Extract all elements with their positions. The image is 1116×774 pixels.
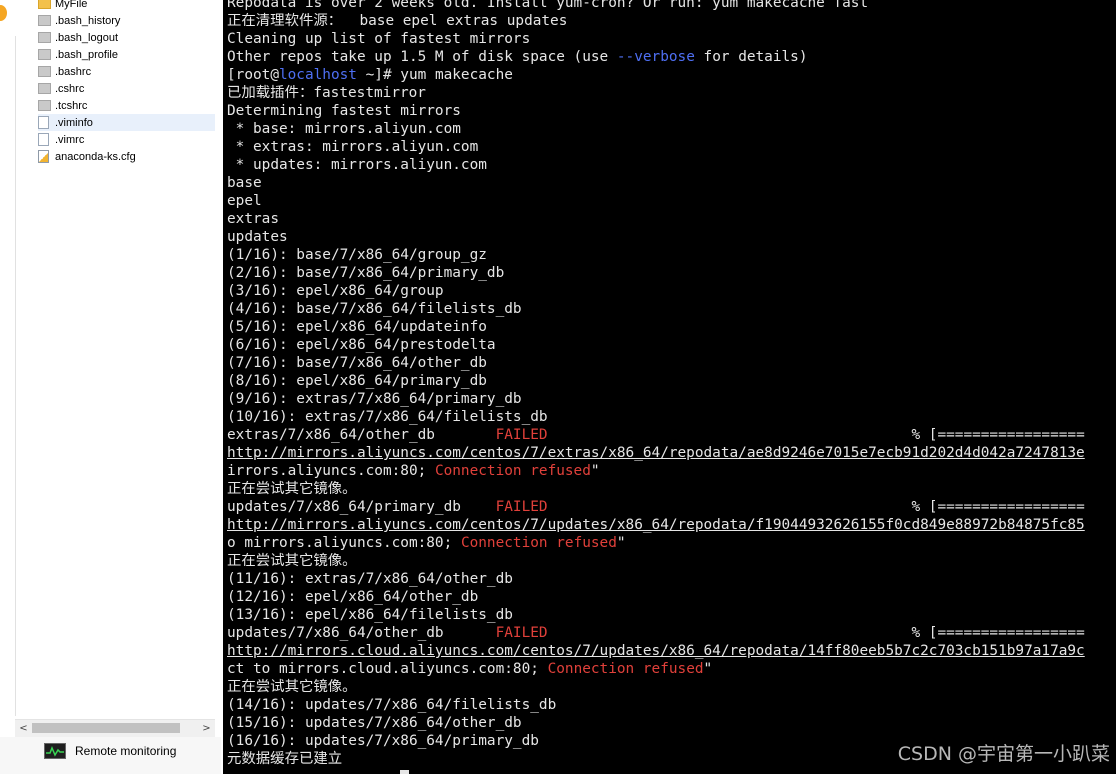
terminal-line: 已加载插件：fastestmirror xyxy=(227,85,426,101)
scroll-right-arrow-icon[interactable]: > xyxy=(198,720,215,737)
bottom-toolbar: Remote monitoring xyxy=(0,737,221,774)
remote-monitoring-button[interactable]: Remote monitoring xyxy=(44,743,176,759)
terminal-line: epel xyxy=(227,193,262,209)
terminal-line: (1/16): base/7/x86_64/group_gz xyxy=(227,247,487,263)
terminal-line: (7/16): base/7/x86_64/other_db xyxy=(227,355,487,371)
terminal-line: o mirrors.aliyuncs.com:80; Connection re… xyxy=(227,535,626,551)
terminal-line: Repodata is over 2 weeks old. Install yu… xyxy=(227,0,869,11)
terminal-line: (9/16): extras/7/x86_64/primary_db xyxy=(227,391,522,407)
file-item[interactable]: .viminfo xyxy=(38,114,215,131)
terminal-cursor xyxy=(400,769,410,774)
terminal-output: Repodata is over 2 weeks old. Install yu… xyxy=(227,0,1085,774)
scroll-left-arrow-icon[interactable]: < xyxy=(15,720,32,737)
file-icon xyxy=(38,83,51,94)
horizontal-scrollbar[interactable]: < > xyxy=(15,719,215,737)
terminal-line: updates/7/x86_64/primary_db FAILED % [==… xyxy=(227,499,1085,515)
terminal-line: [root@localhost ~]# yum makecache xyxy=(227,67,513,83)
watermark: CSDN @宇宙第一小趴菜 xyxy=(897,743,1110,765)
terminal-line: (14/16): updates/7/x86_64/filelists_db xyxy=(227,697,557,713)
terminal-line: ct to mirrors.cloud.aliyuncs.com:80; Con… xyxy=(227,661,713,677)
folder-icon xyxy=(38,0,51,9)
file-item-label: .bash_history xyxy=(55,14,121,27)
file-item[interactable]: .bash_profile xyxy=(38,46,215,63)
terminal-line: Cleaning up list of fastest mirrors xyxy=(227,31,531,47)
file-item-label: .tcshrc xyxy=(55,99,88,112)
document-icon xyxy=(38,133,49,146)
terminal-line: Determining fastest mirrors xyxy=(227,103,461,119)
terminal-line: * extras: mirrors.aliyun.com xyxy=(227,139,479,155)
pane-edge xyxy=(0,36,16,716)
file-item[interactable]: .vimrc xyxy=(38,131,215,148)
terminal-line: (5/16): epel/x86_64/updateinfo xyxy=(227,319,487,335)
document-icon xyxy=(38,116,49,129)
file-icon xyxy=(38,66,51,77)
file-item[interactable]: .bashrc xyxy=(38,63,215,80)
terminal-line: (3/16): epel/x86_64/group xyxy=(227,283,444,299)
remote-monitoring-label: Remote monitoring xyxy=(75,744,177,758)
terminal-line: (12/16): epel/x86_64/other_db xyxy=(227,589,479,605)
file-item[interactable]: MyFile xyxy=(38,0,215,12)
file-item-label: MyFile xyxy=(55,0,88,10)
config-file-icon xyxy=(38,150,49,163)
terminal-line: 正在尝试其它镜像。 xyxy=(227,553,357,569)
file-item[interactable]: .cshrc xyxy=(38,80,215,97)
terminal-line: extras xyxy=(227,211,279,227)
monitor-chart-icon xyxy=(44,743,66,759)
file-item-label: .bash_logout xyxy=(55,31,118,44)
file-browser-pane: MyFile .bash_history .bash_logout .bash_pro… xyxy=(0,0,221,774)
terminal-line: (6/16): epel/x86_64/prestodelta xyxy=(227,337,496,353)
terminal-line: (4/16): base/7/x86_64/filelists_db xyxy=(227,301,522,317)
file-item[interactable]: .tcshrc xyxy=(38,97,215,114)
terminal-line: http://mirrors.cloud.aliyuncs.com/centos… xyxy=(227,643,1085,659)
terminal-line: http://mirrors.aliyuncs.com/centos/7/ext… xyxy=(227,445,1085,461)
file-item-label: .bashrc xyxy=(55,65,92,78)
scroll-thumb[interactable] xyxy=(32,723,180,733)
terminal-line: extras/7/x86_64/other_db FAILED % [=====… xyxy=(227,427,1085,443)
terminal-line: (8/16): epel/x86_64/primary_db xyxy=(227,373,487,389)
file-item-label: .vimrc xyxy=(55,133,85,146)
file-icon xyxy=(38,49,51,60)
terminal-line: http://mirrors.aliyuncs.com/centos/7/upd… xyxy=(227,517,1085,533)
file-item-label: anaconda-ks.cfg xyxy=(55,150,136,163)
terminal-line: * base: mirrors.aliyun.com xyxy=(227,121,461,137)
terminal-line: (11/16): extras/7/x86_64/other_db xyxy=(227,571,513,587)
terminal-window[interactable]: Repodata is over 2 weeks old. Install yu… xyxy=(223,0,1116,774)
file-item-label: .cshrc xyxy=(55,82,85,95)
terminal-line: (2/16): base/7/x86_64/primary_db xyxy=(227,265,505,281)
file-item[interactable]: .bash_history xyxy=(38,12,215,29)
file-item-label: .bash_profile xyxy=(55,48,118,61)
terminal-line: (10/16): extras/7/x86_64/filelists_db xyxy=(227,409,548,425)
terminal-line: (15/16): updates/7/x86_64/other_db xyxy=(227,715,522,731)
terminal-line: updates xyxy=(227,229,288,245)
terminal-line: Other repos take up 1.5 M of disk space … xyxy=(227,49,808,65)
file-icon xyxy=(38,32,51,43)
terminal-line: 正在清理软件源： base epel extras updates xyxy=(227,13,568,29)
status-indicator-icon xyxy=(0,5,7,21)
file-icon xyxy=(38,100,51,111)
terminal-line: updates/7/x86_64/other_db FAILED % [====… xyxy=(227,625,1085,641)
file-item-label: .viminfo xyxy=(55,116,93,129)
terminal-line: (13/16): epel/x86_64/filelists_db xyxy=(227,607,513,623)
file-item[interactable]: .bash_logout xyxy=(38,29,215,46)
file-item[interactable]: anaconda-ks.cfg xyxy=(38,148,215,165)
terminal-line: irrors.aliyuncs.com:80; Connection refus… xyxy=(227,463,600,479)
terminal-line: 正在尝试其它镜像。 xyxy=(227,679,357,695)
terminal-line xyxy=(227,768,1085,774)
file-icon xyxy=(38,15,51,26)
terminal-line: base xyxy=(227,175,262,191)
terminal-line: * updates: mirrors.aliyun.com xyxy=(227,157,487,173)
terminal-line: 正在尝试其它镜像。 xyxy=(227,481,357,497)
